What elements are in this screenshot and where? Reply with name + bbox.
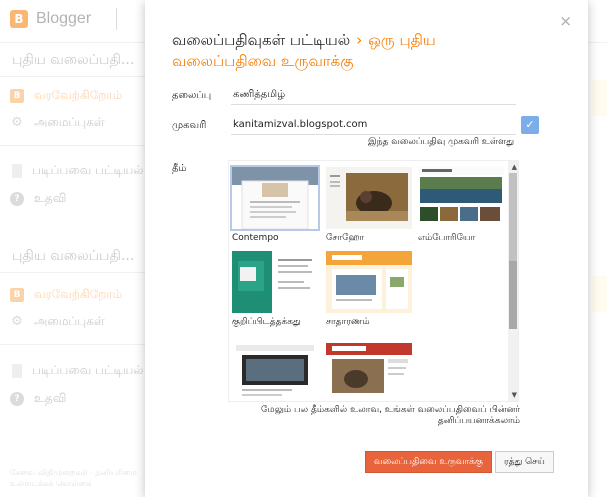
theme-thumbnail [230, 165, 320, 231]
address-availability-hint: இந்த வலைப்பதிவு முகவரி உள்ளது [367, 137, 514, 147]
theme-label: தீம் [172, 163, 187, 174]
cancel-button[interactable]: ரத்து செய் [495, 451, 554, 473]
theme-option[interactable]: சாதாரணம் [326, 251, 412, 328]
theme-scrollbar[interactable]: ▲ ▼ [508, 161, 518, 401]
scroll-up-icon[interactable]: ▲ [512, 163, 517, 171]
theme-option[interactable] [326, 343, 412, 401]
theme-option[interactable]: சோஹோ [326, 167, 412, 244]
breadcrumb-blog-list[interactable]: வலைப்பதிவுகள் பட்டியல் [172, 31, 350, 49]
chevron-right-icon: › [356, 31, 363, 49]
theme-option[interactable]: Contempo [230, 165, 320, 243]
theme-thumbnail [326, 251, 412, 313]
address-input[interactable]: kanitamizval.blogspot.com [231, 116, 516, 135]
theme-picker[interactable]: Contempo சோஹோ எம்போரியோ குறிப்பிடத்தக்கத… [228, 160, 519, 402]
theme-name: குறிப்பிடத்தக்கது [232, 317, 301, 327]
check-icon: ✓ [521, 116, 539, 134]
theme-name: எம்போரியோ [418, 233, 476, 243]
create-blog-dialog: × வலைப்பதிவுகள் பட்டியல் › ஒரு புதிய வலைப்… [145, 0, 588, 497]
scroll-down-icon[interactable]: ▼ [512, 391, 517, 399]
theme-description: மேலும் பல தீம்களில் உலாவ, உங்கள் வலைப்பத… [260, 405, 520, 426]
address-label: முகவரி [172, 120, 207, 131]
theme-name: சோஹோ [326, 233, 365, 243]
scroll-thumb[interactable] [509, 261, 517, 329]
title-input[interactable]: கணித்தமிழ் [231, 86, 516, 105]
title-label: தலைப்பு [172, 90, 212, 101]
create-blog-button[interactable]: வலைப்பதிவை உருவாக்கு [365, 451, 492, 473]
theme-thumbnail [232, 251, 318, 313]
scroll-track [509, 173, 517, 261]
theme-name: Contempo [232, 233, 279, 243]
theme-thumbnail [232, 343, 318, 401]
theme-option[interactable] [232, 343, 318, 401]
theme-thumbnail [326, 343, 412, 401]
theme-option[interactable]: எம்போரியோ [418, 167, 504, 244]
dialog-title: வலைப்பதிவுகள் பட்டியல் › ஒரு புதிய வலைப்பத… [172, 30, 502, 72]
theme-thumbnail [418, 167, 504, 229]
theme-thumbnail [326, 167, 412, 229]
close-icon[interactable]: × [559, 12, 572, 30]
theme-option[interactable]: குறிப்பிடத்தக்கது [232, 251, 318, 328]
theme-name: சாதாரணம் [326, 317, 370, 327]
